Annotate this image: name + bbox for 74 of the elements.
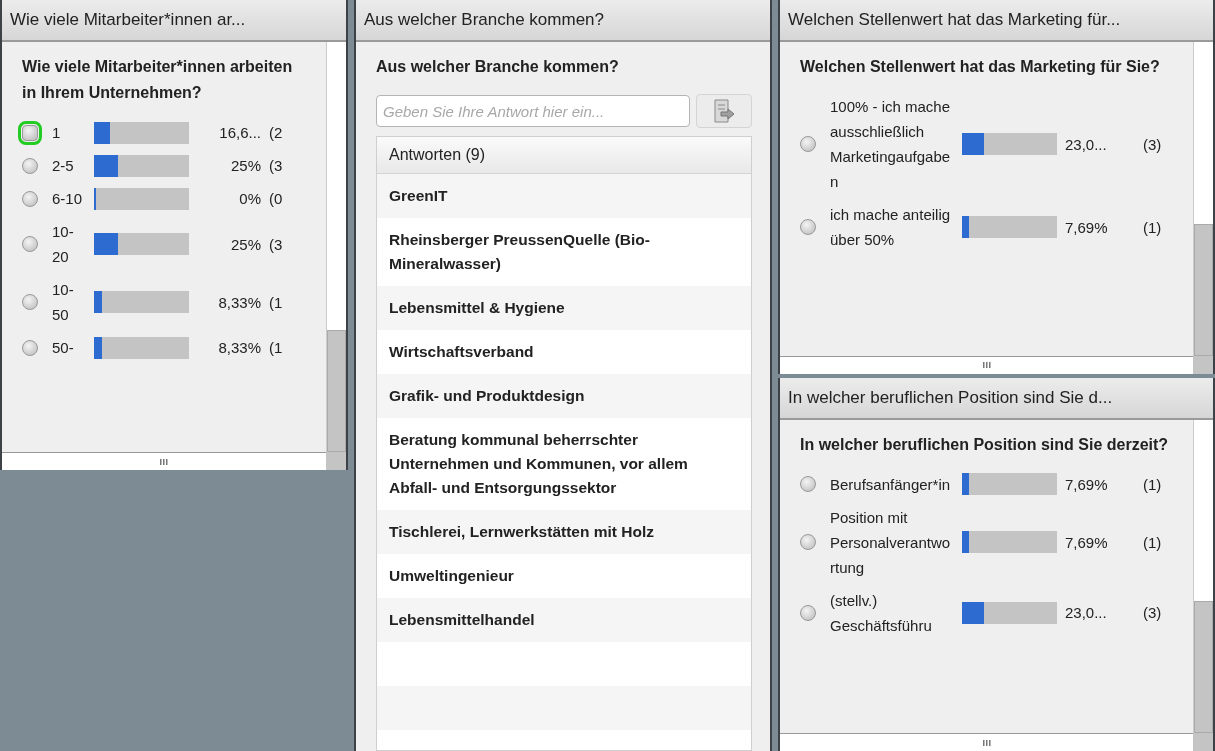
question-text: Wie viele Mitarbeiter*innen arbeiten in Ihrem Unternehmen?	[22, 57, 294, 103]
grip-icon	[982, 739, 991, 746]
option-label: ich mache anteilig über 50%	[830, 205, 952, 250]
radio-button[interactable]	[800, 534, 816, 550]
percent-text: 25%	[229, 157, 261, 174]
question-text: Welchen Stellenwert hat das Marketing für Sie?	[800, 57, 1161, 77]
horizontal-scrollbar[interactable]	[2, 452, 326, 470]
percent-text: 8,33%	[217, 293, 261, 311]
submit-icon	[713, 99, 735, 123]
answer-item: GreenIT	[377, 174, 751, 218]
percent-text: 16,6...	[218, 124, 261, 141]
answer-item: Lebensmittelhandel	[377, 598, 751, 642]
horizontal-scrollbar[interactable]	[780, 733, 1193, 751]
question-text: In welcher beruflichen Position sind Sie derzeit?	[800, 434, 1170, 455]
radio-button[interactable]	[800, 136, 816, 152]
percent-text: 8,33%	[217, 339, 261, 356]
grip-icon	[982, 362, 991, 368]
option-label: 6-10	[52, 189, 84, 209]
option-label: 100% - ich mache ausschließlich Marketingaufgaben	[830, 97, 952, 192]
answer-item: Grafik- und Produktdesign	[377, 374, 751, 418]
count-text: (3	[269, 235, 284, 253]
count-text: (1	[269, 339, 284, 356]
pod-title: Welchen Stellenwert hat das Marketing für...	[780, 0, 1213, 42]
count-text: (3)	[1143, 604, 1163, 621]
radio-button[interactable]	[800, 604, 816, 621]
option-label: 10-20	[52, 222, 75, 267]
answer-input[interactable]: Geben Sie Ihre Antwort hier ein...	[376, 95, 690, 127]
count-text: (1)	[1143, 218, 1163, 236]
count-text: (1)	[1143, 475, 1163, 493]
percent-text: 23,0...	[1065, 604, 1108, 621]
vertical-scrollbar[interactable]	[1193, 42, 1213, 356]
percent-text: 25%	[229, 235, 261, 253]
answer-item: Lebensmittel & Hygiene	[377, 286, 751, 330]
grip-icon	[160, 458, 168, 465]
vertical-scrollbar[interactable]	[326, 42, 346, 452]
percent-text: 7,69%	[1065, 218, 1109, 236]
pod-title: Wie viele Mitarbeiter*innen ar...	[2, 0, 346, 42]
count-text: (1	[269, 293, 284, 311]
option-label: (stellv.) Geschäftsführu	[830, 590, 933, 636]
option-label: 1	[52, 123, 62, 143]
horizontal-scrollbar[interactable]	[780, 355, 1193, 374]
percent-text: 7,69%	[1065, 533, 1109, 551]
radio-button[interactable]	[22, 294, 38, 310]
scrollbar-corner	[1193, 733, 1213, 751]
option-label: 10-50	[52, 280, 75, 325]
radio-button[interactable]	[22, 157, 38, 174]
pod-title: Aus welcher Branche kommen?	[356, 0, 770, 42]
radio-button[interactable]	[800, 219, 816, 235]
radio-button[interactable]	[22, 339, 38, 356]
option-label: 2-5	[52, 156, 75, 176]
scrollbar-thumb[interactable]	[1194, 223, 1213, 356]
radio-button[interactable]	[22, 190, 38, 207]
option-label: Berufsanfänger*in	[830, 474, 952, 495]
scrollbar-thumb[interactable]	[327, 330, 346, 452]
option-label: 50-	[52, 338, 75, 358]
radio-button[interactable]	[22, 236, 38, 252]
option-label: Position mit Personalverantwortung	[830, 507, 952, 578]
pod-title: In welcher beruflichen Position sind Sie d...	[780, 377, 1213, 420]
count-text: (3)	[1143, 135, 1163, 153]
scrollbar-corner	[326, 452, 346, 470]
vertical-scrollbar[interactable]	[1193, 419, 1213, 733]
answer-item: Tischlerei, Lernwerkstätten mit Holz	[377, 510, 751, 554]
list-header: Antworten (9)	[377, 137, 751, 174]
question-text: Aus welcher Branche kommen?	[376, 57, 620, 77]
submit-button[interactable]	[696, 94, 752, 128]
percent-text: 23,0...	[1065, 135, 1108, 153]
scrollbar-thumb[interactable]	[1194, 601, 1213, 733]
count-text: (3	[269, 157, 284, 174]
percent-text: 7,69%	[1065, 475, 1109, 493]
radio-button[interactable]	[800, 476, 816, 492]
count-text: (1)	[1143, 533, 1163, 551]
percent-text: 0%	[238, 190, 261, 207]
count-text: (2	[269, 124, 284, 141]
count-text: (0	[269, 190, 284, 207]
